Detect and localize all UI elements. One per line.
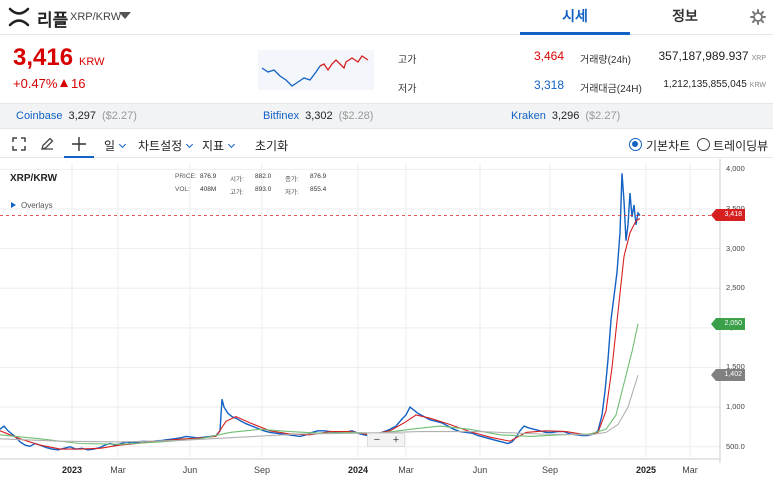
basic-chart-radio[interactable] [629, 138, 642, 151]
zoom-out-button[interactable]: − [368, 434, 386, 446]
ohlc-low: 855.4 [310, 186, 327, 193]
crosshair-icon [72, 137, 86, 151]
price-tag: 1,402 [711, 369, 745, 382]
x-tick-label: 2023 [61, 465, 83, 475]
price-tag: 2,050 [711, 317, 745, 330]
x-tick-label: Jun [182, 465, 198, 475]
coin-name: 리플 [37, 11, 69, 30]
crosshair-tool[interactable] [64, 130, 94, 158]
series-ma_short [0, 218, 641, 450]
expand-triangle-icon [11, 202, 16, 208]
zoom-in-button[interactable]: + [387, 434, 405, 446]
overlays-toggle[interactable]: Overlays [11, 201, 53, 210]
price-summary: 3,416 KRW +0.47% 16 고가 3,464 저가 3,318 거래… [0, 36, 773, 102]
exchange-bitfinex[interactable]: Bitfinex 3,302 ($2.28) [263, 110, 373, 122]
interval-dropdown[interactable]: 일 [104, 137, 127, 154]
chart-toolbar: 일 차트설정 지표 초기화 기본차트 트레이딩뷰 [0, 130, 773, 158]
amount-label: 거래대금(24H) [580, 84, 642, 95]
series-ma_mid [0, 323, 639, 445]
ohlc-open: 882.0 [255, 173, 272, 180]
basic-chart-label[interactable]: 기본차트 [646, 137, 690, 154]
tab-info[interactable]: 정보 [630, 0, 740, 35]
indicators-dropdown[interactable]: 지표 [202, 137, 236, 154]
x-tick-label: Sep [541, 465, 558, 475]
volume-label: 거래량(24h) [580, 55, 631, 66]
coin-pair: XRP/KRW [70, 11, 122, 23]
x-tick-label: Sep [253, 465, 270, 475]
price-chart[interactable]: XRP/KRW Overlays PRICE: 876.9 시가: 882.0 … [0, 159, 773, 483]
ohlc-close-label: 종가: [285, 176, 299, 183]
exchange-kraken[interactable]: Kraken 3,296 ($2.27) [511, 110, 620, 122]
ohlc-vol: 408M [200, 186, 217, 193]
ohlc-low-label: 저가: [285, 189, 299, 196]
low-value: 3,318 [533, 78, 564, 92]
exchange-price-bar: Coinbase 3,297 ($2.27) Bitfinex 3,302 ($2.28… [0, 103, 773, 129]
change-amount: 16 [71, 76, 86, 91]
y-tick-label: 4,000 [726, 164, 745, 174]
x-tick-label: 2024 [347, 465, 369, 475]
xrp-logo-icon [8, 7, 30, 27]
header: 리플 XRP/KRW 시세 정보 [0, 0, 773, 35]
x-tick-label: Mar [398, 465, 414, 475]
ohlc-open-label: 시가: [230, 176, 244, 183]
y-tick-label: 2,500 [726, 283, 745, 293]
tradingview-label[interactable]: 트레이딩뷰 [713, 137, 768, 154]
ohlc-price: 876.9 [200, 173, 217, 180]
coin-select-caret-icon[interactable] [119, 12, 131, 19]
y-tick-label: 1,000 [726, 402, 745, 412]
exchange-coinbase[interactable]: Coinbase 3,297 ($2.27) [16, 110, 137, 122]
gear-icon[interactable] [750, 9, 766, 25]
pencil-icon[interactable] [39, 136, 55, 152]
amount-value: 1,212,135,855,045 KRW [663, 79, 766, 90]
price-tag: 3,418 [711, 209, 745, 222]
change-percent: +0.47% [13, 76, 58, 91]
x-tick-label: 2025 [635, 465, 657, 475]
volume-value: 357,187,989.937 XRP [658, 49, 767, 63]
price-unit: KRW [79, 56, 105, 68]
y-tick-label: 500.0 [726, 441, 745, 451]
high-label: 고가 [398, 55, 417, 66]
current-price: 3,416 [13, 44, 74, 71]
tradingview-radio[interactable] [697, 138, 710, 151]
x-tick-label: Jun [472, 465, 488, 475]
chart-symbol: XRP/KRW [10, 173, 58, 184]
x-tick-label: Mar [682, 465, 698, 475]
low-label: 저가 [398, 84, 417, 95]
ohlc-vol-label: VOL: [175, 186, 190, 193]
fullscreen-icon[interactable] [11, 136, 27, 152]
tab-quote[interactable]: 시세 [520, 0, 630, 35]
zoom-controls: − + [367, 433, 405, 447]
series-price [0, 173, 641, 451]
chart-settings-dropdown[interactable]: 차트설정 [138, 137, 194, 154]
price-sparkline [258, 50, 374, 90]
up-arrow-icon [60, 79, 68, 87]
high-value: 3,464 [533, 49, 564, 63]
x-tick-label: Mar [110, 465, 126, 475]
reset-button[interactable]: 초기화 [255, 137, 288, 154]
ohlc-high-label: 고가: [230, 189, 244, 196]
ohlc-high: 893.0 [255, 186, 272, 193]
ohlc-close: 876.9 [310, 173, 327, 180]
ohlc-price-label: PRICE: [175, 173, 197, 180]
y-tick-label: 3,000 [726, 243, 745, 253]
